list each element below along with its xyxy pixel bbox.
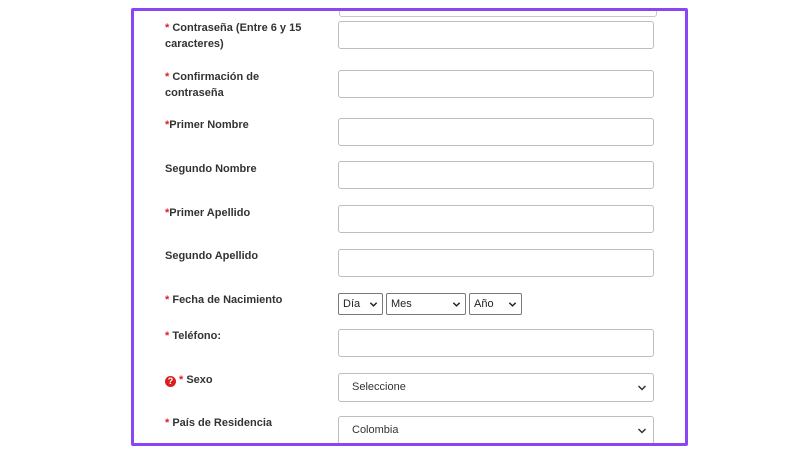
required-mark: * (165, 22, 170, 34)
phone-input[interactable] (338, 329, 654, 357)
second-surname-input[interactable] (338, 249, 654, 277)
first-surname-input[interactable] (338, 205, 654, 233)
first-surname-label: *Primer Apellido (165, 207, 251, 219)
required-mark: * (165, 417, 170, 429)
birth-year-select[interactable]: Año (469, 293, 522, 315)
required-mark: * (165, 294, 170, 306)
birth-day-select[interactable]: Día (338, 293, 383, 315)
password-confirm-label: * Confirmación de contraseña (165, 71, 260, 99)
second-name-label: Segundo Nombre (165, 163, 257, 175)
birth-month-select[interactable]: Mes (386, 293, 466, 315)
chevron-down-icon (637, 385, 647, 391)
previous-field-input[interactable] (339, 11, 657, 17)
second-name-input[interactable] (338, 161, 654, 189)
second-surname-label: Segundo Apellido (165, 250, 259, 262)
required-mark: * (165, 71, 170, 83)
sex-label: ? * Sexo (165, 372, 315, 388)
sex-select[interactable]: Seleccione (338, 373, 654, 402)
birth-date-label: * Fecha de Nacimiento (165, 294, 283, 306)
country-label: * País de Residencia (165, 417, 273, 429)
required-mark: * (165, 330, 170, 342)
chevron-down-icon (508, 302, 517, 307)
password-label: * Contraseña (Entre 6 y 15 caracteres) (165, 22, 302, 50)
phone-label: * Teléfono: (165, 330, 222, 342)
country-select[interactable]: Colombia (338, 416, 654, 443)
chevron-down-icon (637, 428, 647, 434)
chevron-down-icon (452, 302, 461, 307)
password-input[interactable] (338, 21, 654, 49)
first-name-input[interactable] (338, 118, 654, 146)
required-mark: * (179, 374, 184, 386)
password-confirm-input[interactable] (338, 70, 654, 98)
question-circle-icon[interactable]: ? (165, 376, 176, 387)
first-name-label: *Primer Nombre (165, 119, 249, 131)
chevron-down-icon (369, 302, 378, 307)
highlighted-form-region: * Contraseña (Entre 6 y 15 caracteres) *… (131, 8, 688, 446)
